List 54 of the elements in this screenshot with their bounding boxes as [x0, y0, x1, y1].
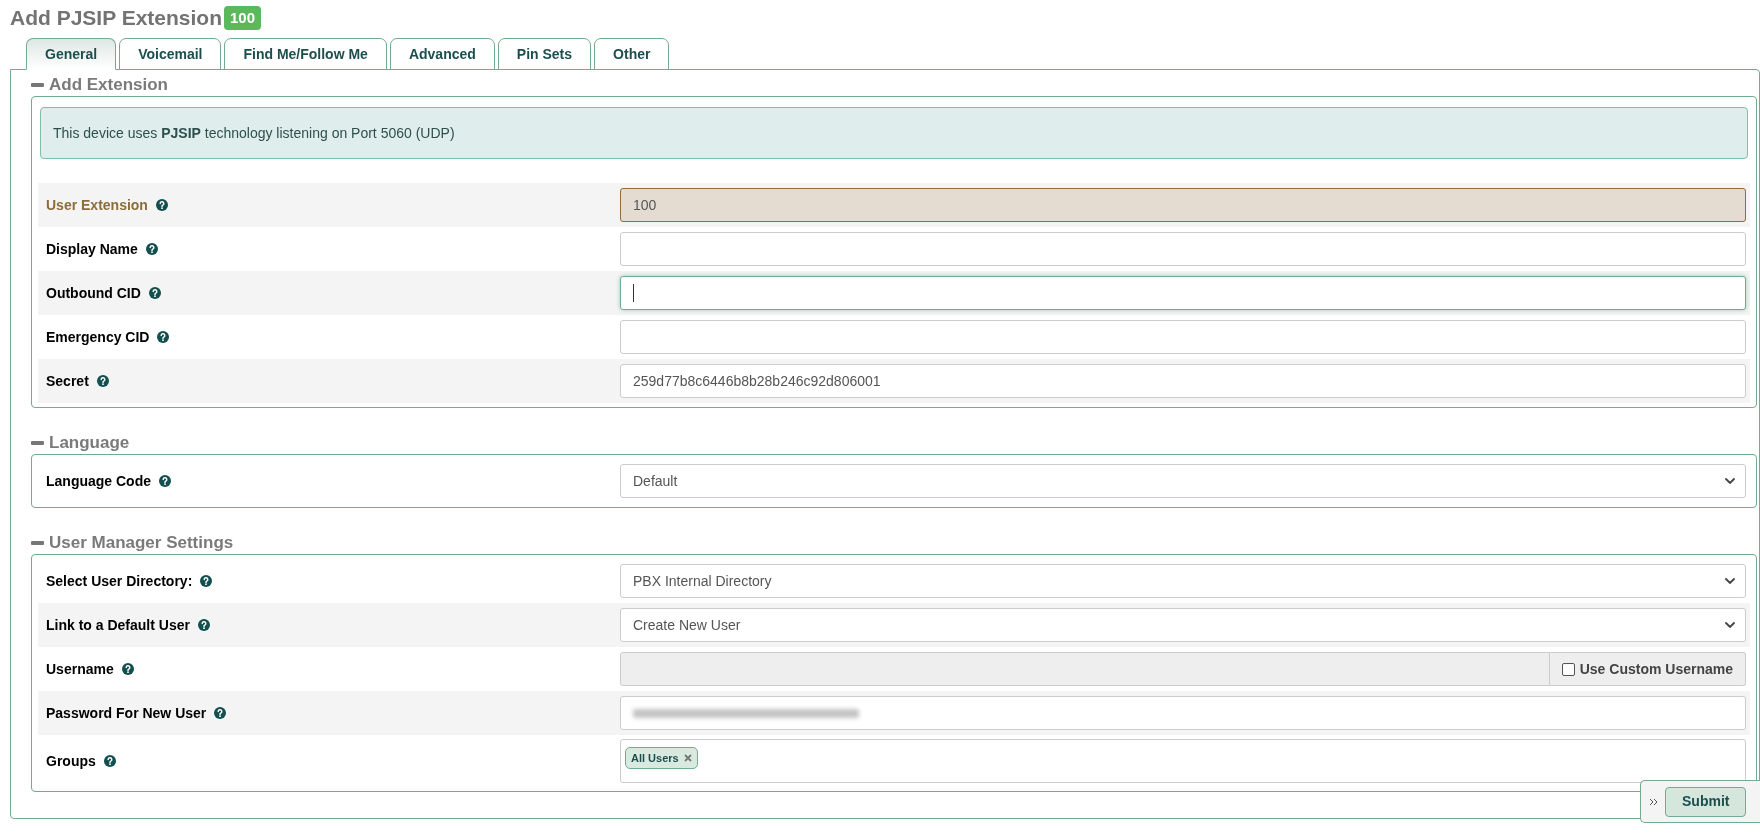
tab[interactable]: Advanced	[389, 38, 495, 70]
text-field[interactable]	[620, 276, 1746, 310]
chevron-down-icon	[1725, 622, 1735, 628]
checkbox-label: Use Custom Username	[1579, 659, 1733, 679]
text-field[interactable]	[620, 320, 1746, 354]
tab[interactable]: Other	[594, 38, 670, 70]
page-title: Add PJSIP Extension	[10, 5, 222, 31]
select-field[interactable]: Create New User	[620, 608, 1746, 642]
help-icon	[214, 707, 227, 719]
select-field[interactable]: Default	[620, 464, 1746, 498]
section-title: Language	[49, 432, 130, 455]
field-label: Language Code	[46, 471, 151, 491]
field-label: Emergency CID	[46, 327, 150, 347]
field-label: Groups	[46, 751, 96, 771]
help-icon	[200, 575, 213, 587]
text-field[interactable]	[620, 232, 1746, 266]
field-label: Secret	[46, 371, 89, 391]
extension-number-badge: 100	[224, 6, 262, 30]
close-icon	[683, 754, 692, 762]
tab[interactable]: Pin Sets	[497, 38, 592, 70]
field-label: Display Name	[46, 239, 138, 259]
help-icon	[148, 287, 161, 299]
field-label: Password For New User	[46, 703, 207, 723]
select-field[interactable]: PBX Internal Directory	[620, 564, 1746, 598]
double-chevron-icon	[1649, 797, 1658, 806]
help-icon	[157, 331, 170, 343]
tab[interactable]: Voicemail	[119, 38, 222, 70]
text-field[interactable]: 259d77b8c6446b8b28b246c92d806001	[620, 364, 1746, 398]
tag-label: All Users	[631, 750, 679, 766]
chevron-down-icon	[1725, 578, 1735, 584]
help-icon	[155, 199, 168, 211]
help-icon	[121, 663, 134, 675]
help-icon	[96, 375, 109, 387]
field-label: Select User Directory:	[46, 571, 193, 591]
group-tag[interactable]: All Users	[625, 747, 698, 769]
text-field[interactable]	[620, 696, 1746, 730]
help-icon	[103, 755, 116, 767]
help-icon	[159, 475, 171, 487]
chevron-down-icon	[1725, 478, 1735, 484]
info-alert: This device uses PJSIP technology listening on Port 5060 (UDP)	[40, 107, 1748, 159]
submit-button[interactable]: Submit	[1665, 786, 1747, 817]
text-cursor-icon	[633, 284, 634, 302]
tab[interactable]: General	[26, 38, 117, 70]
field-label: Outbound CID	[46, 283, 141, 303]
section-title: User Manager Settings	[49, 532, 234, 555]
text-field[interactable]: 100	[620, 188, 1746, 222]
field-label: User Extension	[46, 195, 148, 215]
tags-field[interactable]: All Users	[620, 739, 1746, 783]
field-label: Link to a Default User	[46, 615, 190, 635]
tab[interactable]: Find Me/Follow Me	[224, 38, 387, 70]
field-label: Username	[46, 659, 114, 679]
help-icon	[145, 243, 158, 255]
help-icon	[197, 619, 210, 631]
section-title: Add Extension	[49, 74, 168, 97]
